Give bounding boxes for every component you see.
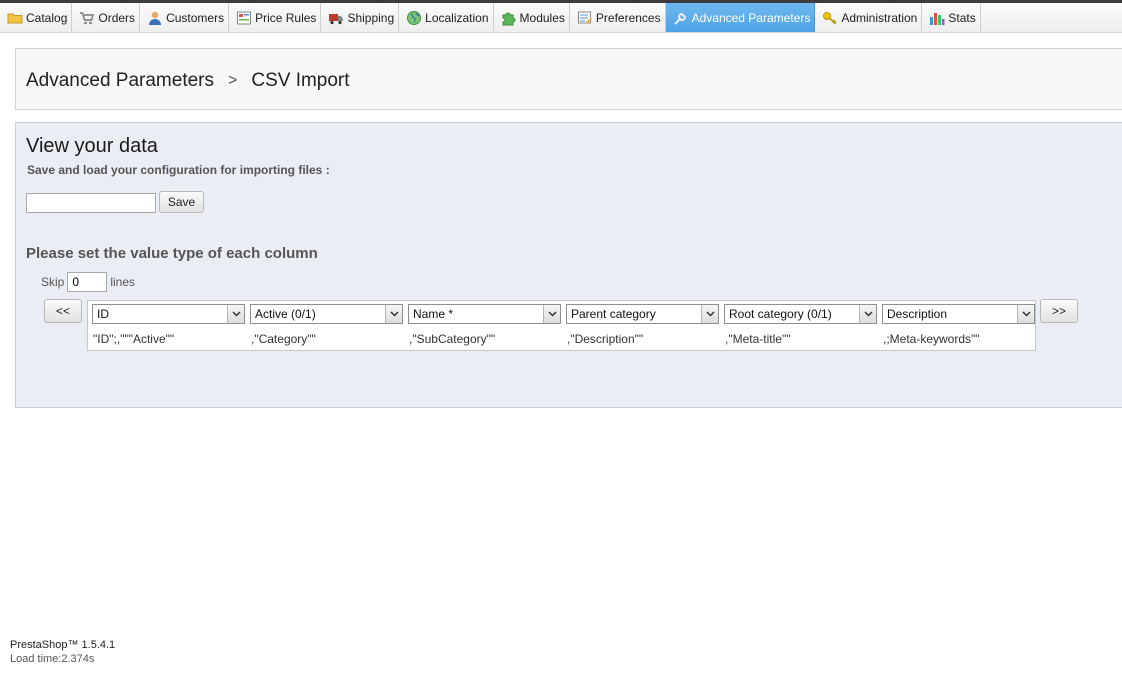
column-type-value: Name * (413, 307, 454, 321)
breadcrumb: Advanced Parameters > CSV Import (15, 48, 1122, 110)
column-type-select[interactable]: Description (882, 304, 1035, 324)
load-time-text: Load time:2.374s (10, 653, 95, 665)
tab-label: Administration (841, 11, 918, 25)
column-sample-value: "ID";,"""Active"" (93, 332, 175, 346)
user-icon (147, 10, 163, 26)
tab-localization[interactable]: Localization (399, 3, 494, 32)
chevron-down-icon (701, 305, 718, 323)
panel-title: View your data (26, 135, 158, 157)
main-menu: Catalog Orders Customers Price Rules Shi… (0, 3, 1122, 33)
skip-lines-row: Skip lines (41, 272, 135, 292)
column-type-select[interactable]: Parent category (566, 304, 719, 324)
column-type-select[interactable]: ID (92, 304, 245, 324)
chevron-down-icon (227, 305, 244, 323)
previous-columns-button[interactable]: << (44, 299, 82, 323)
tab-label: Orders (98, 11, 136, 25)
column-sample-value: ,"Meta-title"" (725, 332, 791, 346)
tab-orders[interactable]: Orders (72, 3, 141, 32)
lines-label: lines (110, 275, 136, 289)
tab-customers[interactable]: Customers (140, 3, 230, 32)
tab-shipping[interactable]: Shipping (321, 3, 400, 32)
bar-chart-icon (929, 10, 945, 26)
key-icon (822, 10, 838, 26)
breadcrumb-separator: > (228, 72, 238, 89)
chevron-down-icon (543, 305, 560, 323)
column-type-value: Root category (0/1) (729, 307, 832, 321)
wrench-icon (673, 10, 689, 26)
tab-label: Localization (425, 11, 489, 25)
tab-modules[interactable]: Modules (494, 3, 570, 32)
column-sample-value: ,"Description"" (567, 332, 644, 346)
truck-icon (328, 10, 344, 26)
tab-label: Shipping (347, 11, 395, 25)
cart-icon (79, 10, 95, 26)
skip-label: Skip (41, 275, 65, 289)
preferences-icon (577, 10, 593, 26)
config-name-input[interactable] (26, 193, 156, 213)
tab-label: Stats (948, 11, 976, 25)
tab-label: Modules (519, 11, 565, 25)
column-sample-value: ,;Meta-keywords"" (883, 332, 980, 346)
column-type-select[interactable]: Root category (0/1) (724, 304, 877, 324)
tab-label: Customers (166, 11, 225, 25)
column-type-value: Description (887, 307, 948, 321)
config-label: Save and load your configuration for imp… (27, 163, 330, 177)
skip-lines-input[interactable] (67, 272, 108, 292)
column-type-value: Parent category (571, 307, 656, 321)
column-sample-value: ,"SubCategory"" (409, 332, 496, 346)
tab-advanced-parameters[interactable]: Advanced Parameters (665, 3, 816, 32)
column-mapping-table: ID Active (0/1) Name * Parent category R… (87, 300, 1036, 351)
footer: PrestaShop™ 1.5.4.1 Load time:2.374s (10, 638, 115, 666)
globe-icon (406, 10, 422, 26)
column-type-select[interactable]: Active (0/1) (250, 304, 403, 324)
column-type-select[interactable]: Name * (408, 304, 561, 324)
next-columns-button[interactable]: >> (1040, 299, 1078, 323)
column-type-value: ID (97, 307, 109, 321)
chevron-down-icon (385, 305, 402, 323)
tab-catalog[interactable]: Catalog (0, 3, 73, 32)
columns-heading: Please set the value type of each column (26, 245, 318, 262)
tab-administration[interactable]: Administration (815, 3, 923, 32)
import-panel: View your data Save and load your config… (15, 122, 1122, 408)
tab-label: Advanced Parameters (691, 11, 811, 25)
tab-preferences[interactable]: Preferences (570, 3, 666, 32)
save-button[interactable]: Save (159, 191, 204, 213)
chevron-down-icon (859, 305, 876, 323)
tab-price-rules[interactable]: Price Rules (229, 3, 322, 32)
breadcrumb-parent[interactable]: Advanced Parameters (26, 70, 214, 92)
folder-icon (7, 10, 23, 26)
column-type-value: Active (0/1) (255, 307, 316, 321)
column-sample-value: ,"Category"" (251, 332, 316, 346)
page-title: CSV Import (251, 70, 350, 91)
tab-label: Price Rules (255, 11, 317, 25)
version-text: PrestaShop™ 1.5.4.1 (10, 639, 116, 651)
puzzle-icon (501, 10, 517, 26)
chevron-down-icon (1017, 305, 1034, 323)
tab-label: Catalog (26, 11, 68, 25)
tab-stats[interactable]: Stats (922, 3, 981, 32)
price-tag-icon (236, 10, 252, 26)
tab-label: Preferences (595, 11, 661, 25)
